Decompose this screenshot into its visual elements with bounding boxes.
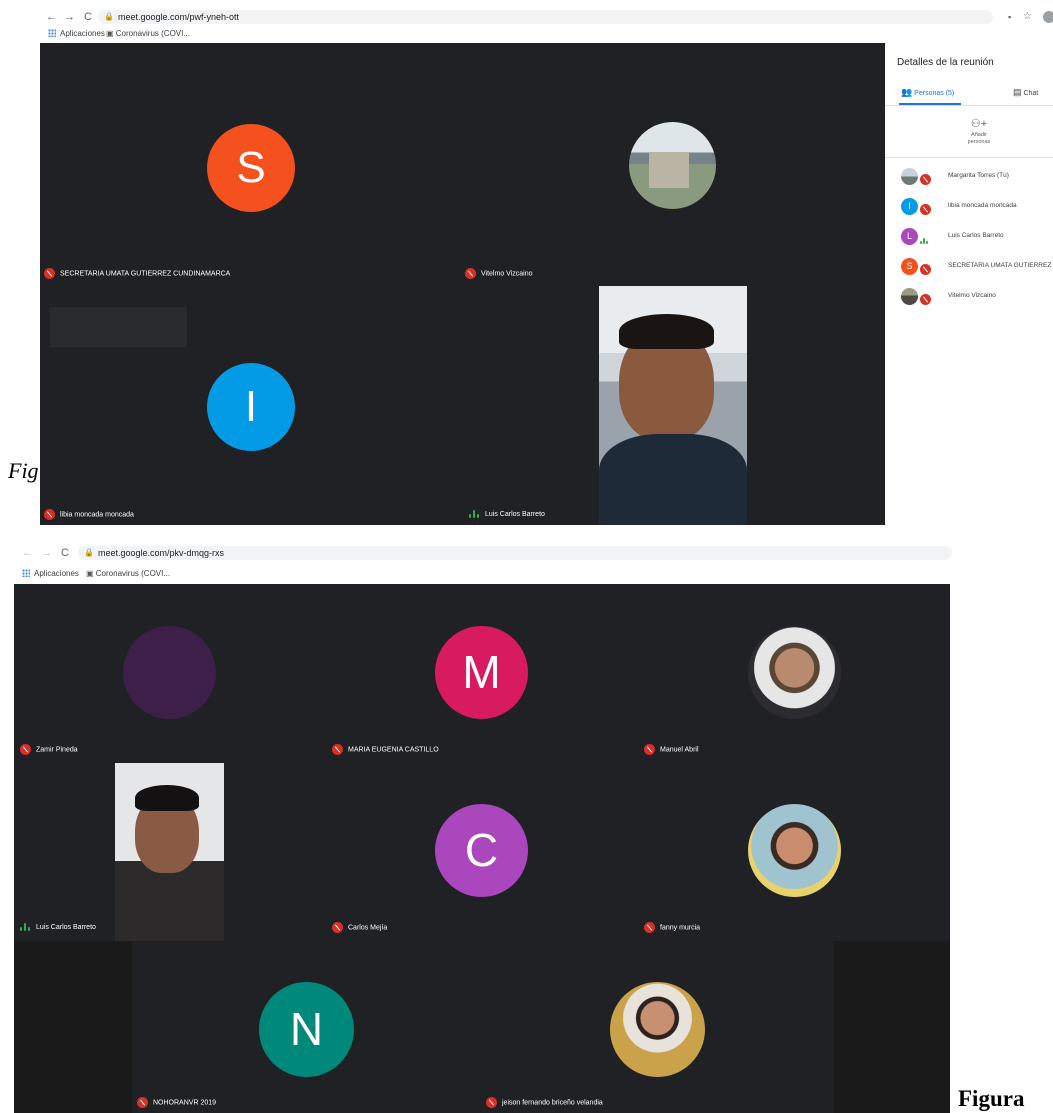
avatar-initial: M	[435, 626, 528, 719]
participant-photo	[748, 626, 841, 719]
mic-off-icon	[332, 922, 343, 933]
participant-photo	[610, 982, 705, 1077]
participant-video	[599, 286, 747, 525]
audio-level-icon	[20, 923, 31, 932]
add-person-icon: ⚇+	[970, 118, 988, 130]
bookmark-coronavirus[interactable]: ▣ Coronavirus (COVI...	[106, 28, 190, 40]
shield-icon: ▣	[86, 569, 96, 578]
tile-name-label: SECRETARIA UMATA GUTIERREZ CUNDINAMARCA	[44, 268, 230, 280]
bookmarks-bar-2: Aplicaciones ▣ Coronavirus (COVI...	[0, 567, 952, 581]
meet-grid-2-row3-right	[834, 941, 950, 1113]
add-people-button[interactable]: ⚇+ Añadir personas	[957, 117, 1001, 146]
address-bar-1[interactable]: 🔒 meet.google.com/pwf-yneh-ott	[98, 10, 993, 24]
meet-grid-2-row3: N NOHORANVR 2019 jeison fernando briceño…	[132, 941, 834, 1113]
browser-toolbar-2: ← → C 🔒 meet.google.com/pkv-dmqg-rxs	[0, 544, 952, 562]
bookmark-apps[interactable]: Aplicaciones	[22, 568, 79, 580]
panel-divider	[885, 105, 1053, 106]
star-icon[interactable]: ☆	[1023, 10, 1032, 24]
bookmark-apps[interactable]: Aplicaciones	[48, 28, 105, 40]
bookmarks-bar-1: Aplicaciones ▣ Coronavirus (COVI...	[0, 27, 1053, 41]
shield-icon: ▣	[106, 29, 116, 38]
panel-title: Detalles de la reunión	[897, 57, 994, 68]
participant-avatar: I	[901, 198, 918, 215]
url-text-2: meet.google.com/pkv-dmqg-rxs	[98, 548, 225, 558]
mic-off-icon	[486, 1097, 497, 1108]
mic-off-icon	[137, 1097, 148, 1108]
avatar-initial: N	[259, 982, 354, 1077]
participant-photo	[629, 122, 716, 209]
meet-grid-1: S SECRETARIA UMATA GUTIERREZ CUNDINAMARC…	[40, 43, 885, 525]
tile-name-label: MARIA EUGENIA CASTILLO	[332, 744, 439, 756]
reload-icon[interactable]: C	[84, 10, 92, 24]
forward-icon[interactable]: →	[64, 10, 75, 24]
audio-level-icon	[920, 236, 931, 244]
tile-name-label: Manuel Abril	[644, 744, 699, 756]
tab-chat[interactable]: ▤ Chat	[1013, 87, 1038, 98]
extension-icon[interactable]: ▪	[1008, 10, 1011, 24]
back-icon[interactable]: ←	[46, 10, 57, 24]
mic-off-icon	[920, 204, 931, 215]
mic-off-icon	[44, 268, 55, 279]
avatar-initial: S	[207, 124, 295, 212]
tile-name-label: Carlos Mejía	[332, 922, 387, 934]
avatar-initial: C	[435, 804, 528, 897]
tile-name-label: fanny murcia	[644, 922, 700, 934]
people-icon: 👥	[901, 87, 913, 97]
profile-avatar[interactable]	[1043, 11, 1053, 23]
participant-avatar	[901, 288, 918, 305]
avatar-initial: I	[207, 363, 295, 451]
tile-name-label: Luis Carlos Barreto	[20, 922, 96, 934]
figure-caption-partial: Fig	[8, 458, 39, 483]
tile-name-label: jeison fernando briceño velandia	[486, 1097, 603, 1109]
figure-caption: Figura	[958, 1086, 1025, 1111]
panel-shadow	[885, 313, 1053, 525]
apps-grid-icon	[22, 569, 30, 577]
meet-grid-2-row3-left	[14, 941, 132, 1113]
mic-off-icon	[644, 744, 655, 755]
mic-off-icon	[920, 294, 931, 305]
participant-video	[115, 763, 224, 941]
bookmark-coronavirus[interactable]: ▣ Coronavirus (COVI...	[86, 568, 170, 580]
mic-off-icon	[465, 268, 476, 279]
audio-level-icon	[469, 510, 480, 519]
chat-icon: ▤	[1013, 87, 1022, 97]
reload-icon[interactable]: C	[61, 546, 69, 560]
video-loading-box	[50, 307, 187, 347]
meeting-details-panel: Detalles de la reunión 👥 Personas (5) ▤ …	[885, 43, 1053, 313]
mic-off-icon	[332, 744, 343, 755]
tile-name-label: Vitelmo Vizcaino	[465, 268, 533, 280]
tile-name-label: NOHORANVR 2019	[137, 1097, 216, 1109]
forward-icon[interactable]: →	[41, 546, 52, 560]
back-icon[interactable]: ←	[22, 546, 33, 560]
url-text-1: meet.google.com/pwf-yneh-ott	[118, 12, 240, 22]
lock-icon: 🔒	[104, 12, 114, 21]
tile-name-label: libia moncada moncada	[44, 509, 134, 521]
mic-off-icon	[920, 264, 931, 275]
mic-off-icon	[644, 922, 655, 933]
participant-avatar	[901, 168, 918, 185]
participant-photo	[748, 804, 841, 897]
mic-off-icon	[920, 174, 931, 185]
panel-divider	[885, 157, 1053, 158]
meet-grid-2: Zamir Pineda M MARIA EUGENIA CASTILLO Ma…	[14, 584, 950, 941]
participant-avatar: L	[901, 228, 918, 245]
participant-photo	[123, 626, 216, 719]
address-bar-2[interactable]: 🔒 meet.google.com/pkv-dmqg-rxs	[78, 546, 952, 560]
mic-off-icon	[44, 509, 55, 520]
apps-grid-icon	[48, 29, 56, 37]
lock-icon: 🔒	[84, 548, 94, 557]
browser-toolbar-1: ← → C 🔒 meet.google.com/pwf-yneh-ott ▪ ☆	[0, 8, 1053, 26]
participant-avatar: S	[901, 258, 918, 275]
mic-off-icon	[20, 744, 31, 755]
tab-people[interactable]: 👥 Personas (5)	[901, 87, 954, 98]
tile-name-label: Zamir Pineda	[20, 744, 78, 756]
tile-name-label: Luis Carlos Barreto	[469, 509, 545, 521]
